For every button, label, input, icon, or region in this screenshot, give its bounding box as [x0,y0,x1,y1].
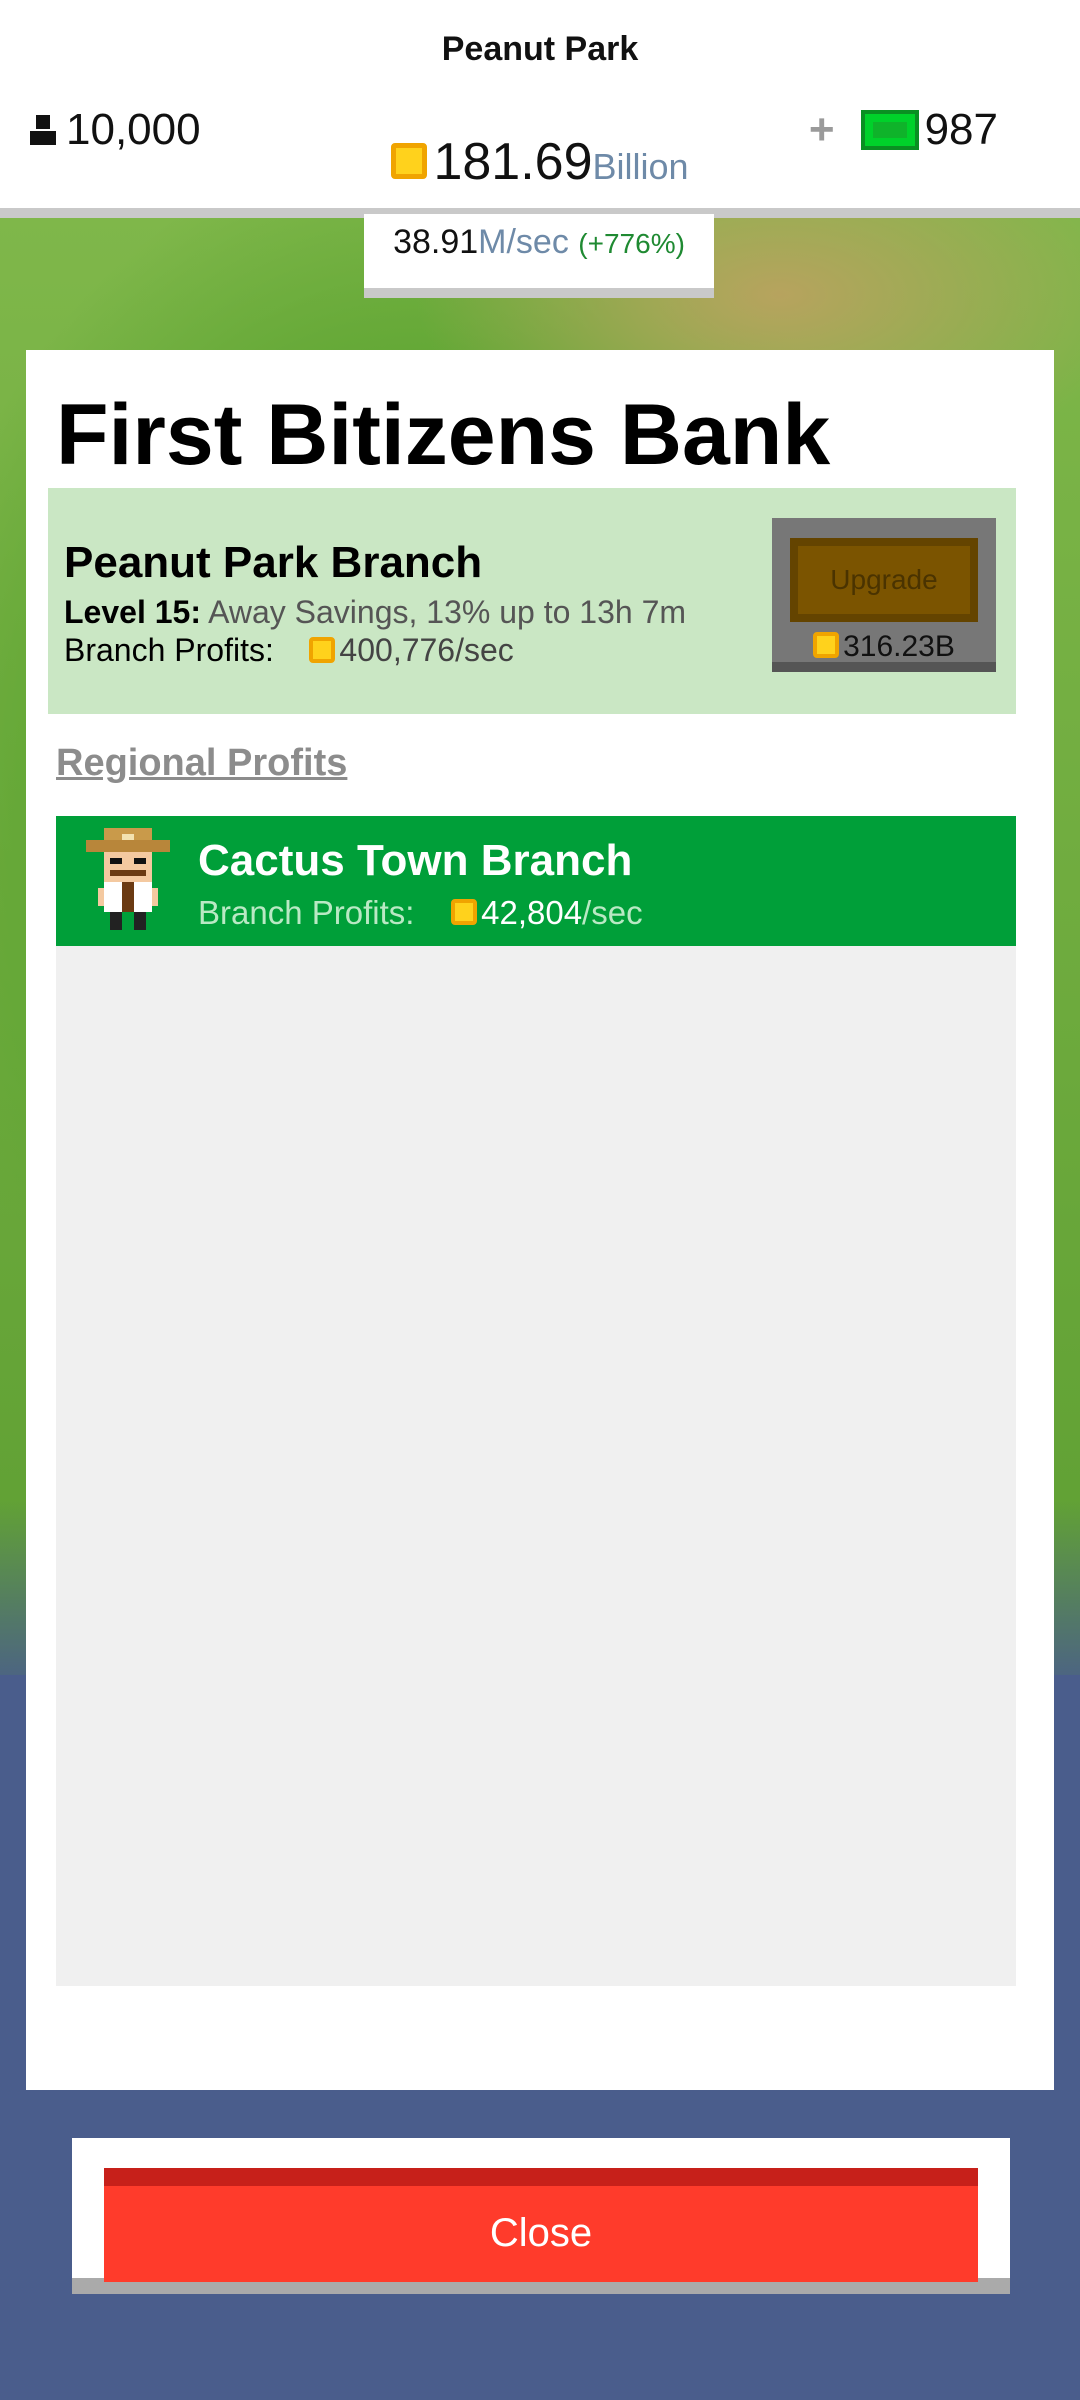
bank-panel: First Bitizens Bank Peanut Park Branch L… [26,350,1054,2090]
rate-unit: M/sec [478,223,569,261]
income-rate: 38.91M/sec (+776%) [364,214,714,298]
list-item-profit-unit: /sec [582,894,643,931]
park-name: Peanut Park [441,30,639,68]
upgrade-button[interactable]: Upgrade [790,538,978,622]
upgrade-panel: Upgrade 316.23B [772,518,996,672]
regional-branch-list: Cactus Town Branch Branch Profits: 42,80… [56,816,1016,1986]
level-label: Level 15: [64,594,201,630]
list-item-profit-value: 42,804 [481,894,583,931]
close-button-container: Close [72,2138,1010,2294]
upgrade-cost-value: 316.23B [843,630,955,663]
list-item-name: Cactus Town Branch [198,836,633,885]
coin-icon [451,899,478,926]
level-description: Away Savings, 13% up to 13h 7m [208,594,687,630]
list-item[interactable]: Cactus Town Branch Branch Profits: 42,80… [56,816,1016,946]
top-bar: Peanut Park 10,000 181.69Billion + 987 [0,0,1080,218]
sheriff-avatar-icon [86,828,170,930]
profit-value: 400,776/sec [339,632,514,668]
coin-icon [813,632,840,659]
list-item-profit-label: Branch Profits: [198,894,415,931]
bux-value: 987 [924,105,998,154]
regional-profits-heading[interactable]: Regional Profits [56,742,347,785]
page-title: First Bitizens Bank [56,387,831,483]
branch-name: Peanut Park Branch [64,538,483,587]
close-button[interactable]: Close [104,2168,978,2282]
coin-icon [391,143,428,180]
rate-bonus: (+776%) [578,228,685,259]
branch-profit: Branch Profits: 400,776/sec [64,632,514,669]
upgrade-cost: 316.23B [772,630,996,664]
bux-icon [860,110,919,150]
branch-level: Level 15: Away Savings, 13% up to 13h 7m [64,594,686,631]
money-unit: Billion [592,146,689,187]
money-value: 181.69 [433,133,593,191]
profit-label: Branch Profits: [64,632,274,668]
list-item-profit: Branch Profits: 42,804/sec [198,894,643,932]
current-branch-card: Peanut Park Branch Level 15: Away Saving… [48,488,1016,714]
rate-value: 38.91 [393,223,479,261]
bux-counter[interactable]: + 987 [809,105,998,155]
coin-icon [309,636,336,663]
add-bux-icon[interactable]: + [809,105,835,155]
